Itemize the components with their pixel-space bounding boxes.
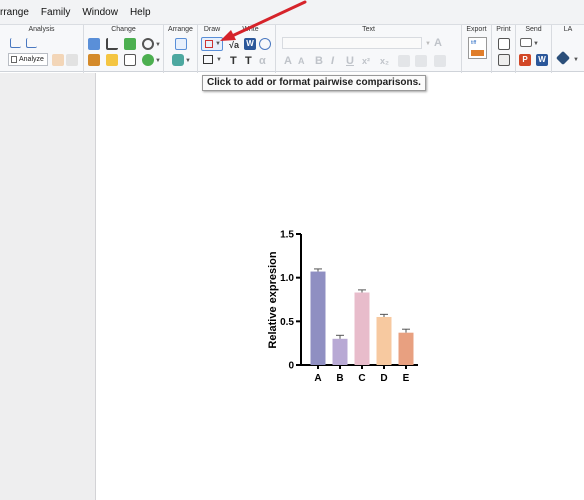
y-axis-label: Relative expresion [267,251,279,348]
bar-chart[interactable]: Relative expresion 0 0.5 1.0 1.5 A B C D E [0,0,584,500]
bar-a [310,271,326,365]
bar-d [376,316,392,365]
bar-c [354,292,370,365]
y-tick-label: 1.0 [280,273,294,284]
y-tick-label: 1.5 [280,230,294,241]
x-tick-label-e: E [403,373,410,384]
x-tick-label-a: A [314,373,321,384]
x-tick-label-b: B [336,373,343,384]
bar-b [332,338,348,365]
y-tick-label: 0.5 [280,317,294,328]
x-tick-label-c: C [358,373,365,384]
x-tick-label-d: D [380,373,387,384]
bar-e [398,332,414,365]
y-tick-label: 0 [288,361,294,372]
